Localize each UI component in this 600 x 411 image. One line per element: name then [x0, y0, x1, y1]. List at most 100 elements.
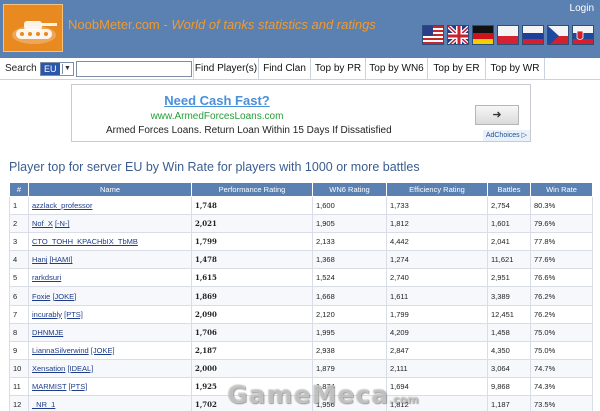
- player-link[interactable]: incurably: [32, 310, 62, 319]
- efficiency-rating-cell: 4,442: [386, 232, 488, 252]
- table-row: 1 azzlack_professor 1,748 1,600 1,733 2,754 80…: [9, 195, 593, 216]
- player-cell: azzlack_professor: [28, 195, 192, 216]
- performance-rating-cell: 2,000: [191, 358, 313, 378]
- player-link[interactable]: MARMIST: [32, 382, 66, 391]
- win-rate-cell: 74.3%: [530, 376, 593, 397]
- chevron-down-icon: ▼: [62, 64, 72, 74]
- flag-czech-icon[interactable]: [547, 25, 569, 45]
- performance-rating-cell: 1,706: [191, 322, 313, 342]
- rank-cell: 6: [9, 286, 29, 306]
- region-select[interactable]: EU ▼: [40, 62, 74, 76]
- battles-cell: 1,458: [487, 322, 531, 342]
- find-players-button[interactable]: Find Player(s): [193, 58, 258, 80]
- top-by-wn6-button[interactable]: Top by WN6: [365, 58, 427, 80]
- player-cell: incurably [PTS]: [28, 304, 192, 324]
- performance-rating-cell: 1,702: [191, 395, 313, 411]
- battles-cell: 1,601: [487, 214, 531, 234]
- flag-russia-icon[interactable]: [522, 25, 544, 45]
- language-flags: [422, 25, 594, 47]
- player-link[interactable]: LiannaSilverwind: [32, 346, 89, 355]
- rank-cell: 3: [9, 232, 29, 252]
- top-by-er-button[interactable]: Top by ER: [427, 58, 485, 80]
- table-row: 8 DHNMJE 1,706 1,995 4,209 1,458 75.0%: [9, 322, 593, 342]
- find-clan-button[interactable]: Find Clan: [258, 58, 310, 80]
- win-rate-cell: 73.5%: [530, 395, 593, 411]
- clan-link[interactable]: [JOKE]: [52, 292, 76, 301]
- rank-cell: 4: [9, 250, 29, 270]
- top-by-wr-button[interactable]: Top by WR: [485, 58, 545, 80]
- clan-link[interactable]: [PTS]: [69, 382, 88, 391]
- table-row: 11 MARMIST [PTS] 1,925 1,874 1,694 9,868 74.3%: [9, 376, 593, 397]
- efficiency-rating-cell: 2,847: [386, 340, 488, 360]
- wn6-rating-cell: 2,133: [312, 232, 387, 252]
- player-link[interactable]: Xensation: [32, 364, 65, 373]
- rank-cell: 1: [9, 195, 29, 216]
- ad-text: Armed Forces Loans. Return Loan Within 1…: [106, 125, 392, 136]
- player-link[interactable]: _NR_1: [32, 400, 55, 409]
- win-rate-cell: 80.3%: [530, 195, 593, 216]
- battles-cell: 2,041: [487, 232, 531, 252]
- column-header-battles[interactable]: Battles: [487, 182, 531, 197]
- rank-cell: 2: [9, 214, 29, 234]
- rank-cell: 12: [9, 395, 29, 411]
- performance-rating-cell: 2,090: [191, 304, 313, 324]
- efficiency-rating-cell: 1,611: [386, 286, 488, 306]
- tank-logo-icon: [12, 21, 57, 44]
- clan-link[interactable]: [JOKE]: [91, 346, 115, 355]
- column-header-efficiency-rating[interactable]: Efficiency Rating: [386, 182, 488, 197]
- site-title[interactable]: NoobMeter.com - World of tanks statistic…: [68, 17, 376, 32]
- ad-title[interactable]: Need Cash Fast?: [72, 93, 362, 108]
- player-link[interactable]: Hanj: [32, 255, 47, 264]
- login-link[interactable]: Login: [570, 3, 594, 14]
- win-rate-cell: 74.7%: [530, 358, 593, 378]
- win-rate-cell: 79.6%: [530, 214, 593, 234]
- column-header-win-rate[interactable]: Win Rate: [530, 182, 593, 197]
- battles-cell: 3,064: [487, 358, 531, 378]
- column-header-rank[interactable]: #: [9, 182, 29, 197]
- win-rate-cell: 77.6%: [530, 250, 593, 270]
- wn6-rating-cell: 1,879: [312, 358, 387, 378]
- player-link[interactable]: Foxie: [32, 292, 50, 301]
- clan-link[interactable]: [HAMI]: [50, 255, 73, 264]
- ad-go-arrow-icon[interactable]: ➜: [475, 105, 519, 125]
- player-cell: LiannaSilverwind [JOKE]: [28, 340, 192, 360]
- performance-rating-cell: 1,748: [191, 195, 313, 216]
- table-row: 2 Nof_X [-N-] 2,021 1,905 1,812 1,601 79.6%: [9, 214, 593, 234]
- efficiency-rating-cell: 4,209: [386, 322, 488, 342]
- efficiency-rating-cell: 1,812: [386, 395, 488, 411]
- player-link[interactable]: Nof_X: [32, 219, 53, 228]
- adchoices-link[interactable]: AdChoices ▷: [482, 130, 530, 141]
- clan-link[interactable]: [PTS]: [64, 310, 83, 319]
- efficiency-rating-cell: 1,733: [386, 195, 488, 216]
- wn6-rating-cell: 2,120: [312, 304, 387, 324]
- table-row: 10 Xensation [IDEAL] 2,000 1,879 2,111 3,064 7…: [9, 358, 593, 378]
- top-by-pr-button[interactable]: Top by PR: [310, 58, 365, 80]
- player-link[interactable]: azzlack_professor: [32, 201, 92, 210]
- player-link[interactable]: DHNMJE: [32, 328, 63, 337]
- search-input[interactable]: [76, 61, 192, 77]
- flag-slovakia-icon[interactable]: [572, 25, 594, 45]
- flag-germany-icon[interactable]: [472, 25, 494, 45]
- player-link[interactable]: CTO_TOHH_KPACHbIX_TbMB: [32, 237, 138, 246]
- site-tagline: World of tanks statistics and ratings: [171, 17, 376, 32]
- performance-rating-cell: 1,869: [191, 286, 313, 306]
- player-link[interactable]: rarkdsuri: [32, 273, 61, 282]
- clan-link[interactable]: [-N-]: [55, 219, 70, 228]
- table-row: 5 rarkdsuri 1,615 1,524 2,740 2,951 76.6%: [9, 268, 593, 288]
- flag-usa-icon[interactable]: [422, 25, 444, 45]
- ad-url[interactable]: www.ArmedForcesLoans.com: [72, 111, 362, 122]
- win-rate-cell: 75.0%: [530, 340, 593, 360]
- site-logo[interactable]: [3, 4, 63, 52]
- column-header-wn6-rating[interactable]: WN6 Rating: [312, 182, 387, 197]
- flag-uk-icon[interactable]: [447, 25, 469, 45]
- column-header-name[interactable]: Name: [28, 182, 192, 197]
- advertisement-banner[interactable]: Need Cash Fast? www.ArmedForcesLoans.com…: [71, 84, 531, 142]
- table-row: 12 _NR_1 1,702 1,956 1,812 1,187 73.5%: [9, 395, 593, 411]
- flag-poland-icon[interactable]: [497, 25, 519, 45]
- win-rate-cell: 76.2%: [530, 286, 593, 306]
- efficiency-rating-cell: 1,274: [386, 250, 488, 270]
- column-header-performance-rating[interactable]: Performance Rating: [191, 182, 313, 197]
- title-separator: -: [159, 17, 172, 32]
- clan-link[interactable]: [IDEAL]: [67, 364, 93, 373]
- efficiency-rating-cell: 2,111: [386, 358, 488, 378]
